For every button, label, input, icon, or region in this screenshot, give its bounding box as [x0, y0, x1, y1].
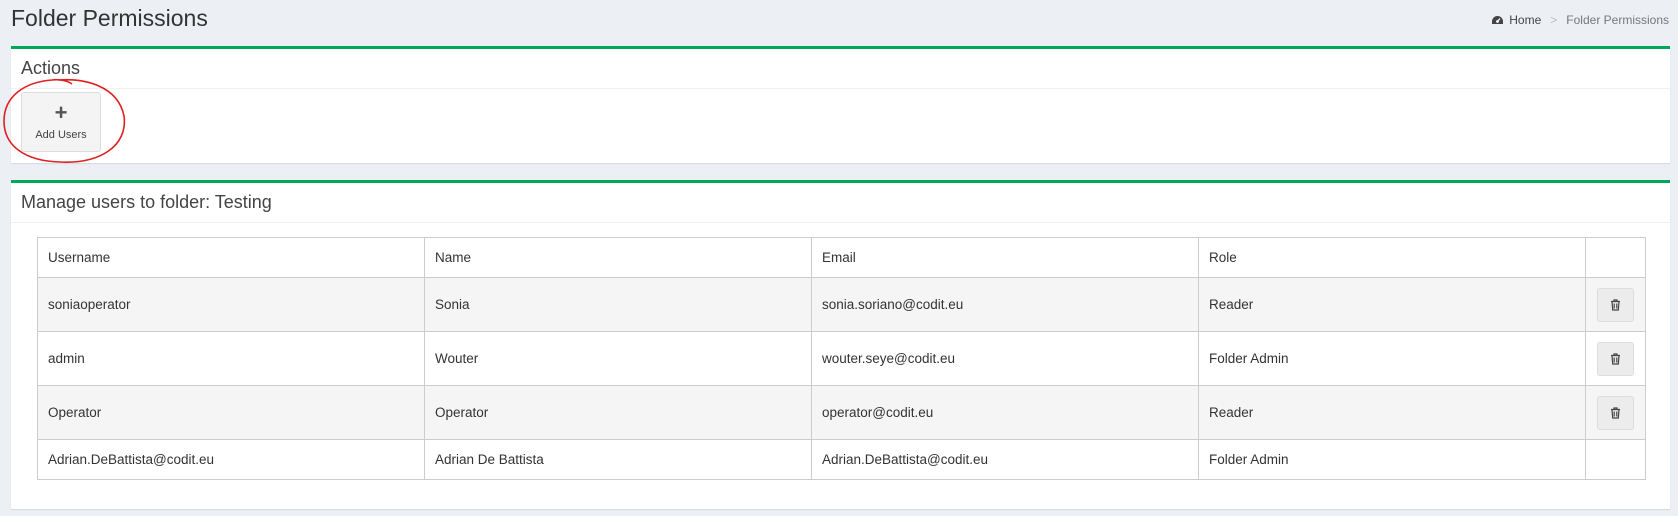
cell-actions [1585, 331, 1646, 386]
trash-icon [1611, 298, 1620, 311]
cell-name: Sonia [424, 277, 812, 332]
actions-panel-title: Actions [11, 49, 1670, 89]
breadcrumb-current: Folder Permissions [1566, 13, 1669, 27]
add-users-button[interactable]: + Add Users [21, 92, 101, 152]
cell-role: Folder Admin [1198, 439, 1586, 480]
users-table: Username Name Email Role soniaoperator S… [37, 237, 1646, 480]
table-row: Adrian.DeBattista@codit.eu Adrian De Bat… [37, 439, 1646, 480]
cell-name: Wouter [424, 331, 812, 386]
actions-panel: Actions + Add Users [11, 46, 1670, 163]
cell-role: Reader [1198, 277, 1586, 332]
column-header-role: Role [1198, 237, 1586, 278]
delete-user-button[interactable] [1597, 287, 1634, 322]
column-header-actions [1585, 237, 1646, 278]
add-users-label: Add Users [35, 129, 87, 141]
cell-role: Folder Admin [1198, 331, 1586, 386]
cell-name: Operator [424, 385, 812, 440]
delete-user-button[interactable] [1597, 341, 1634, 376]
breadcrumb-home-link[interactable]: Home [1491, 13, 1541, 27]
breadcrumb-separator: > [1550, 13, 1558, 27]
manage-users-panel-title: Manage users to folder: Testing [11, 183, 1670, 223]
table-row: admin Wouter wouter.seye@codit.eu Folder… [37, 331, 1646, 386]
cell-username: admin [37, 331, 425, 386]
cell-username: Operator [37, 385, 425, 440]
cell-email: operator@codit.eu [811, 385, 1199, 440]
cell-username: soniaoperator [37, 277, 425, 332]
column-header-email: Email [811, 237, 1199, 278]
cell-email: wouter.seye@codit.eu [811, 331, 1199, 386]
cell-role: Reader [1198, 385, 1586, 440]
dashboard-icon [1492, 15, 1504, 24]
delete-user-button[interactable] [1597, 395, 1634, 430]
column-header-username: Username [37, 237, 425, 278]
trash-icon [1611, 406, 1620, 419]
manage-users-panel: Manage users to folder: Testing Username… [11, 180, 1670, 509]
plus-icon: + [54, 100, 68, 125]
table-row: soniaoperator Sonia sonia.soriano@codit.… [37, 277, 1646, 332]
cell-username: Adrian.DeBattista@codit.eu [37, 439, 425, 480]
page-title: Folder Permissions [11, 5, 208, 31]
table-header-row: Username Name Email Role [37, 237, 1646, 278]
column-header-name: Name [424, 237, 812, 278]
cell-name: Adrian De Battista [424, 439, 812, 480]
cell-actions [1585, 385, 1646, 440]
table-row: Operator Operator operator@codit.eu Read… [37, 385, 1646, 440]
cell-actions [1585, 277, 1646, 332]
trash-icon [1611, 352, 1620, 365]
cell-email: sonia.soriano@codit.eu [811, 277, 1199, 332]
cell-email: Adrian.DeBattista@codit.eu [811, 439, 1199, 480]
breadcrumb: Home > Folder Permissions [1491, 13, 1669, 27]
cell-actions [1585, 439, 1646, 480]
breadcrumb-home-label: Home [1509, 13, 1542, 27]
